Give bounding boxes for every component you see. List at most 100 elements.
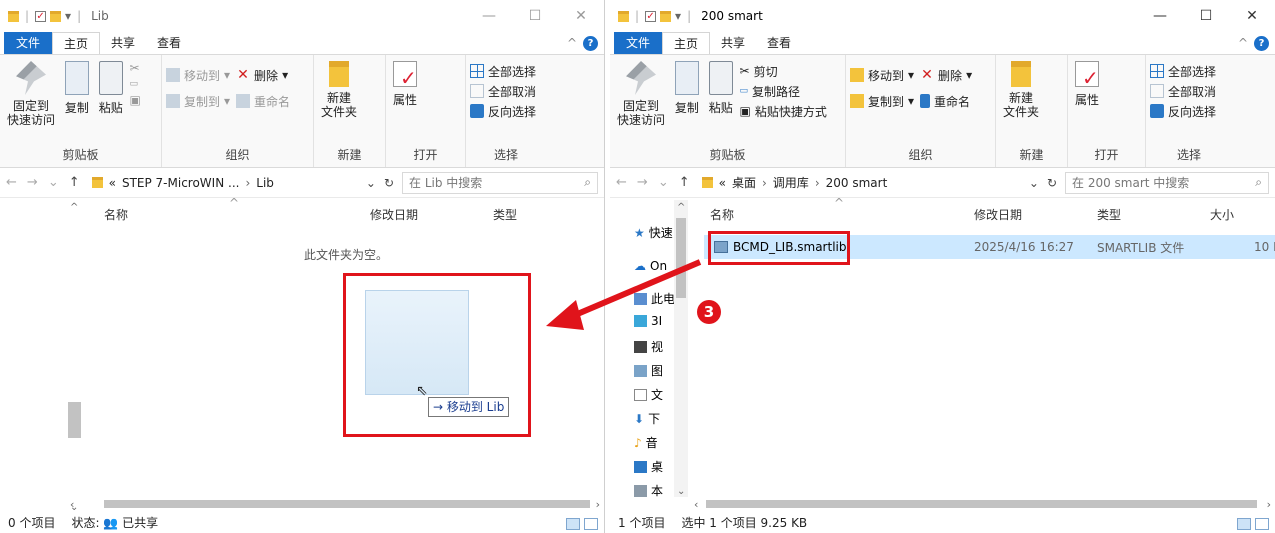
copy-to-button[interactable]: 复制到 ▾ bbox=[850, 91, 914, 111]
copy-to-button[interactable]: 复制到 ▾ bbox=[166, 91, 230, 111]
copy-button[interactable]: 复制 bbox=[64, 61, 89, 116]
nav-quick-access[interactable]: ★ 快速 bbox=[634, 224, 673, 241]
address-dropdown-icon[interactable]: ⌄ bbox=[1029, 176, 1039, 190]
h-scroll-thumb[interactable] bbox=[706, 500, 1257, 508]
back-icon[interactable]: ← bbox=[616, 175, 627, 190]
breadcrumb-overflow[interactable]: « bbox=[109, 176, 116, 190]
nav-music[interactable]: ♪ 音 bbox=[634, 434, 658, 451]
scroll-thumb[interactable] bbox=[676, 218, 686, 298]
help-icon[interactable]: ? bbox=[1254, 35, 1269, 51]
address-dropdown-icon[interactable]: ⌄ bbox=[366, 176, 376, 190]
horizontal-scrollbar[interactable]: ‹ › bbox=[690, 497, 1275, 511]
column-header-type[interactable]: 类型 bbox=[493, 206, 517, 228]
paste-button[interactable]: 粘贴 bbox=[708, 61, 733, 116]
tab-file[interactable]: 文件 bbox=[4, 32, 53, 54]
expand-ribbon-icon[interactable]: ^ bbox=[1238, 36, 1248, 50]
search-box[interactable]: 在 Lib 中搜索 ⌕ bbox=[402, 171, 598, 194]
tab-home[interactable]: 主页 bbox=[52, 32, 101, 54]
nav-pictures[interactable]: 图 bbox=[634, 362, 663, 379]
nav-vertical-scrollbar[interactable]: ^ ⌄ bbox=[674, 200, 688, 497]
breadcrumb-item[interactable]: Lib bbox=[256, 176, 274, 190]
invert-selection-button[interactable]: 反向选择 bbox=[470, 101, 542, 121]
cut-button[interactable]: ✂ 剪切 bbox=[740, 61, 827, 81]
maximize-icon[interactable]: ☐ bbox=[1183, 0, 1229, 32]
column-header-name[interactable]: 名称 bbox=[710, 206, 734, 228]
scroll-left-icon[interactable]: ‹ bbox=[70, 498, 74, 511]
cut-icon[interactable]: ✂ bbox=[130, 61, 141, 75]
nav-desktop[interactable]: 桌 bbox=[634, 458, 663, 475]
paste-shortcut-icon[interactable]: ▣ bbox=[130, 93, 141, 107]
tab-share[interactable]: 共享 bbox=[710, 32, 756, 54]
search-box[interactable]: 在 200 smart 中搜索 ⌕ bbox=[1065, 171, 1269, 194]
new-folder-icon[interactable] bbox=[660, 10, 672, 22]
horizontal-scrollbar[interactable]: ‹ › bbox=[66, 497, 604, 511]
help-icon[interactable]: ? bbox=[583, 35, 598, 51]
scroll-right-icon[interactable]: › bbox=[596, 498, 600, 511]
pin-quick-access-button[interactable]: 固定到 快速访问 bbox=[617, 61, 665, 127]
forward-icon[interactable]: → bbox=[637, 175, 648, 190]
up-icon[interactable]: ↑ bbox=[679, 175, 690, 190]
nav-this-pc[interactable]: 此电 bbox=[634, 290, 675, 307]
rename-button[interactable]: 重命名 bbox=[236, 91, 290, 111]
tab-view[interactable]: 查看 bbox=[756, 32, 802, 54]
nav-downloads[interactable]: ⬇ 下 bbox=[634, 410, 660, 427]
dropdown-icon[interactable]: ▾ bbox=[65, 9, 71, 23]
paste-button[interactable]: 粘贴 bbox=[98, 61, 123, 116]
select-all-button[interactable]: 全部选择 bbox=[470, 61, 542, 81]
column-header-name[interactable]: 名称 bbox=[104, 206, 128, 228]
vertical-scrollbar[interactable]: ^ ⌄ bbox=[66, 200, 83, 513]
properties-check-icon[interactable]: ✓ bbox=[35, 10, 47, 22]
scroll-right-icon[interactable]: › bbox=[1267, 498, 1271, 511]
minimize-icon[interactable]: — bbox=[466, 0, 512, 32]
delete-button[interactable]: ✕ 删除 ▾ bbox=[236, 65, 288, 85]
close-icon[interactable]: ✕ bbox=[1229, 0, 1275, 32]
copy-path-icon[interactable]: ▭ bbox=[130, 79, 141, 89]
expand-ribbon-icon[interactable]: ^ bbox=[567, 36, 577, 50]
properties-button[interactable]: 属性 bbox=[393, 61, 417, 108]
scroll-down-icon[interactable]: ⌄ bbox=[677, 486, 685, 497]
select-all-button[interactable]: 全部选择 bbox=[1150, 61, 1228, 81]
select-none-button[interactable]: 全部取消 bbox=[1150, 81, 1228, 101]
nav-onedrive[interactable]: ☁ On bbox=[634, 259, 667, 273]
forward-icon[interactable]: → bbox=[27, 175, 38, 190]
nav-local-disk[interactable]: 本 bbox=[634, 482, 663, 499]
recent-dropdown-icon[interactable]: ⌄ bbox=[48, 175, 59, 190]
address-bar[interactable]: « 桌面 › 调用库 › 200 smart bbox=[698, 172, 1021, 194]
nav-3d-objects[interactable]: 3I bbox=[634, 314, 662, 328]
column-header-date[interactable]: 修改日期 bbox=[370, 206, 418, 228]
new-folder-icon[interactable] bbox=[50, 10, 62, 22]
details-view-icon[interactable] bbox=[566, 518, 580, 530]
copy-button[interactable]: 复制 bbox=[674, 61, 699, 116]
refresh-icon[interactable]: ↻ bbox=[1047, 176, 1057, 190]
column-header-type[interactable]: 类型 bbox=[1097, 206, 1121, 228]
large-icons-view-icon[interactable] bbox=[1255, 518, 1269, 530]
delete-button[interactable]: ✕ 删除 ▾ bbox=[920, 65, 972, 85]
properties-check-icon[interactable]: ✓ bbox=[645, 10, 657, 22]
minimize-icon[interactable]: — bbox=[1137, 0, 1183, 32]
tab-view[interactable]: 查看 bbox=[146, 32, 192, 54]
recent-dropdown-icon[interactable]: ⌄ bbox=[658, 175, 669, 190]
nav-documents[interactable]: 文 bbox=[634, 386, 663, 403]
dropdown-icon[interactable]: ▾ bbox=[675, 9, 681, 23]
column-header-size[interactable]: 大小 bbox=[1210, 206, 1234, 228]
move-to-button[interactable]: 移动到 ▾ bbox=[850, 65, 914, 85]
copy-path-button[interactable]: ▭ 复制路径 bbox=[740, 81, 827, 101]
tab-share[interactable]: 共享 bbox=[100, 32, 146, 54]
column-header-date[interactable]: 修改日期 bbox=[974, 206, 1022, 228]
breadcrumb-item[interactable]: 200 smart bbox=[826, 176, 888, 190]
tab-home[interactable]: 主页 bbox=[662, 32, 711, 54]
select-none-button[interactable]: 全部取消 bbox=[470, 81, 542, 101]
scroll-up-icon[interactable]: ^ bbox=[677, 202, 685, 213]
title-bar[interactable]: | ✓ ▾ | 200 smart — ☐ ✕ bbox=[610, 0, 1275, 32]
properties-button[interactable]: 属性 bbox=[1075, 61, 1099, 108]
pin-quick-access-button[interactable]: 固定到 快速访问 bbox=[7, 61, 55, 127]
move-to-button[interactable]: 移动到 ▾ bbox=[166, 65, 230, 85]
tab-file[interactable]: 文件 bbox=[614, 32, 663, 54]
h-scroll-thumb[interactable] bbox=[104, 500, 590, 508]
close-icon[interactable]: ✕ bbox=[558, 0, 604, 32]
breadcrumb-item[interactable]: STEP 7-MicroWIN ... bbox=[122, 176, 239, 190]
rename-button[interactable]: 重命名 bbox=[920, 91, 970, 111]
back-icon[interactable]: ← bbox=[6, 175, 17, 190]
maximize-icon[interactable]: ☐ bbox=[512, 0, 558, 32]
large-icons-view-icon[interactable] bbox=[584, 518, 598, 530]
